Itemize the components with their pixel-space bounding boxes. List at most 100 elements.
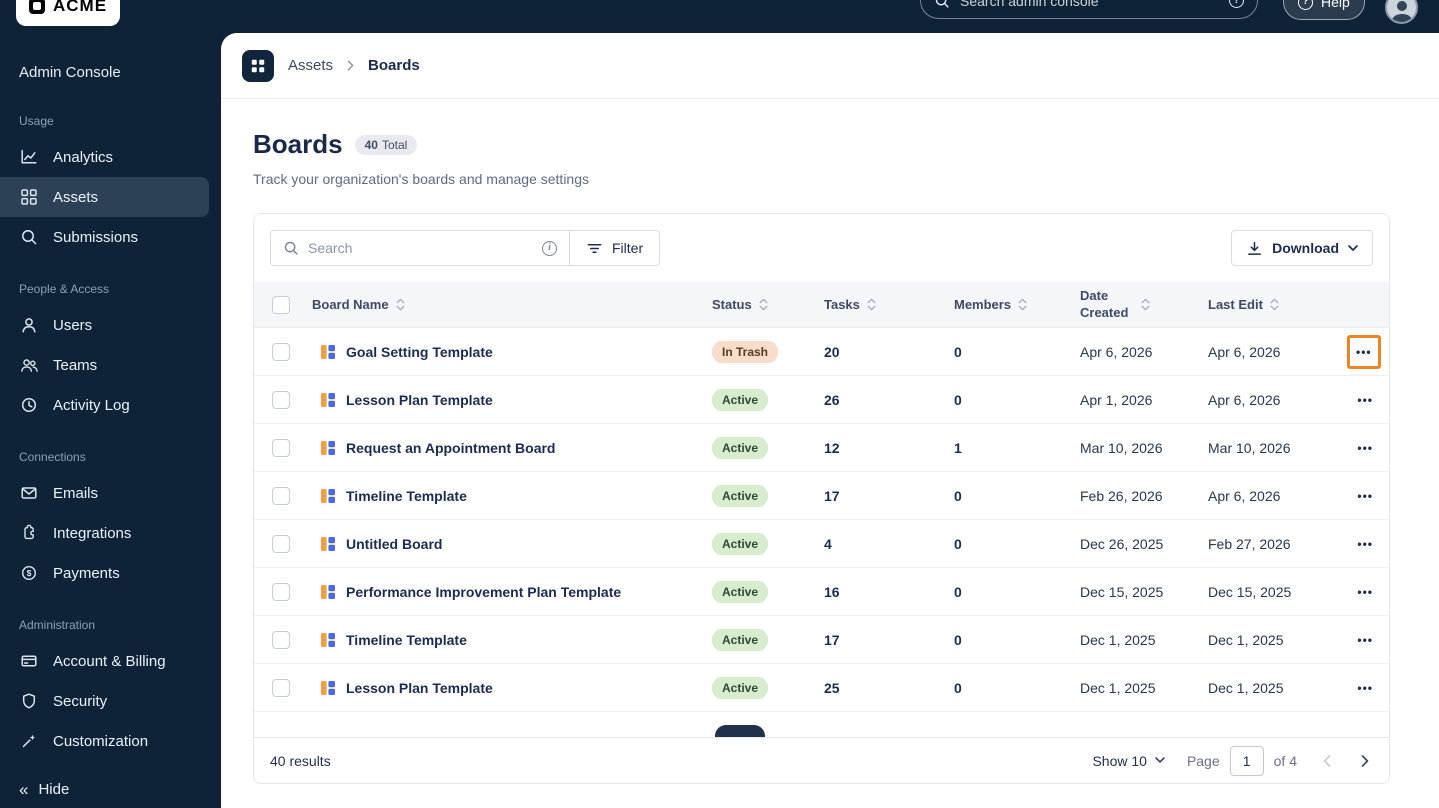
sort-icon[interactable] [867, 298, 876, 311]
sort-icon[interactable] [759, 298, 768, 311]
acme-logo[interactable]: ACME [16, 0, 121, 26]
date-created: Mar 10, 2026 [1080, 439, 1163, 456]
sidebar-item-label: Customization [53, 732, 149, 750]
row-checkbox[interactable] [272, 342, 290, 361]
members-count: 0 [954, 631, 962, 648]
row-checkbox[interactable] [272, 438, 290, 457]
tasks-count: 20 [824, 343, 840, 360]
sidebar-item-emails[interactable]: Emails [0, 473, 221, 513]
board-name-link[interactable]: Performance Improvement Plan Template [346, 584, 621, 600]
table-search-input[interactable] [308, 240, 533, 256]
row-actions-button[interactable]: ••• [1351, 530, 1379, 558]
credit-card-icon [20, 652, 38, 670]
sidebar-item-customization[interactable]: Customization [0, 721, 221, 761]
last-edit-date: Dec 1, 2025 [1208, 631, 1284, 648]
board-name-link[interactable]: Lesson Plan Template [346, 392, 493, 408]
row-actions-button[interactable]: ••• [1351, 434, 1379, 462]
grid-icon [20, 188, 38, 206]
row-actions-button[interactable]: ••• [1351, 578, 1379, 606]
sidebar-item-integrations[interactable]: Integrations [0, 513, 221, 553]
help-icon: ? [1298, 0, 1313, 10]
date-created: Dec 1, 2025 [1080, 631, 1156, 648]
puzzle-icon [20, 524, 38, 542]
status-badge: Active [712, 484, 769, 507]
row-checkbox[interactable] [272, 582, 290, 601]
sidebar-item-submissions[interactable]: Submissions [0, 217, 221, 257]
previous-page-button[interactable] [1319, 751, 1335, 771]
board-name-link[interactable]: Lesson Plan Template [346, 680, 493, 696]
column-header: Members [954, 297, 1012, 312]
select-all-checkbox[interactable] [272, 295, 290, 314]
last-edit-date: Apr 6, 2026 [1208, 487, 1281, 504]
row-checkbox[interactable] [272, 390, 290, 409]
row-checkbox[interactable] [272, 534, 290, 553]
date-created: Dec 26, 2025 [1080, 535, 1164, 552]
table-row: Timeline Template Active 17 0 Dec 1, 202… [254, 616, 1389, 664]
admin-search-input[interactable] [960, 0, 1219, 9]
table-search[interactable]: i [270, 230, 570, 266]
date-created: Dec 1, 2025 [1080, 679, 1156, 696]
search-info-icon[interactable]: ? [1229, 0, 1244, 8]
row-checkbox[interactable] [272, 630, 290, 649]
last-edit-date: Dec 15, 2025 [1208, 583, 1292, 600]
row-actions-button[interactable]: ••• [1351, 626, 1379, 654]
board-icon [320, 680, 336, 696]
chart-line-icon [20, 148, 38, 166]
row-actions-button[interactable]: ••• [1351, 674, 1379, 702]
help-button[interactable]: ? Help [1283, 0, 1365, 20]
table-row: Request an Appointment Board Active 12 1… [254, 424, 1389, 472]
sidebar-item-security[interactable]: Security [0, 681, 221, 721]
table-footer: 40 results Show 10 Page of 4 [254, 737, 1389, 783]
people-icon [20, 356, 38, 374]
row-checkbox[interactable] [272, 486, 290, 505]
tasks-count: 26 [824, 391, 840, 408]
status-badge: Active [712, 436, 769, 459]
status-badge: Active [712, 628, 769, 651]
sort-icon[interactable] [1141, 298, 1150, 311]
members-count: 0 [954, 679, 962, 696]
board-icon [320, 488, 336, 504]
sort-icon[interactable] [396, 298, 405, 311]
sidebar-item-activity-log[interactable]: Activity Log [0, 385, 221, 425]
sidebar-item-analytics[interactable]: Analytics [0, 137, 221, 177]
download-button[interactable]: Download [1231, 230, 1373, 266]
row-actions-button[interactable]: ••• [1350, 338, 1378, 366]
table-row: Performance Improvement Plan Template Ac… [254, 568, 1389, 616]
next-page-button[interactable] [1357, 751, 1373, 771]
page-of-label: of 4 [1273, 752, 1297, 769]
last-edit-date: Apr 6, 2026 [1208, 391, 1281, 408]
sidebar-collapse-button[interactable]: « Hide [19, 781, 69, 798]
page-number-input[interactable] [1229, 745, 1264, 776]
last-edit-date: Dec 1, 2025 [1208, 679, 1284, 696]
sidebar-item-label: Teams [53, 356, 98, 374]
row-checkbox[interactable] [272, 678, 290, 697]
sidebar-item-users[interactable]: Users [0, 305, 221, 345]
page-size-select[interactable]: Show 10 [1092, 753, 1165, 769]
sort-icon[interactable] [1018, 298, 1027, 311]
envelope-icon [20, 484, 38, 502]
board-name-link[interactable]: Goal Setting Template [346, 344, 493, 360]
board-name-link[interactable]: Untitled Board [346, 536, 442, 552]
last-edit-date: Apr 6, 2026 [1208, 343, 1281, 360]
search-info-icon[interactable]: i [542, 240, 557, 256]
row-actions-button[interactable]: ••• [1351, 482, 1379, 510]
breadcrumb-assets-link[interactable]: Assets [288, 57, 333, 74]
board-name-link[interactable]: Timeline Template [346, 632, 467, 648]
partial-table-row [254, 712, 1389, 737]
admin-search[interactable]: ? [920, 0, 1258, 19]
dollar-circle-icon: $ [20, 564, 38, 582]
filter-button[interactable]: Filter [569, 230, 661, 266]
sidebar-item-payments[interactable]: $ Payments [0, 553, 221, 593]
breadcrumb: Assets Boards [221, 33, 1439, 99]
sidebar-item-teams[interactable]: Teams [0, 345, 221, 385]
board-name-link[interactable]: Timeline Template [346, 488, 467, 504]
sort-icon[interactable] [1270, 298, 1279, 311]
sidebar-item-account-billing[interactable]: Account & Billing [0, 641, 221, 681]
sidebar-item-assets[interactable]: Assets [0, 177, 209, 217]
board-name-link[interactable]: Request an Appointment Board [346, 440, 556, 456]
column-header: Status [712, 297, 752, 312]
user-icon [20, 316, 38, 334]
user-avatar[interactable] [1385, 0, 1418, 24]
filter-icon [586, 240, 603, 257]
row-actions-button[interactable]: ••• [1351, 386, 1379, 414]
